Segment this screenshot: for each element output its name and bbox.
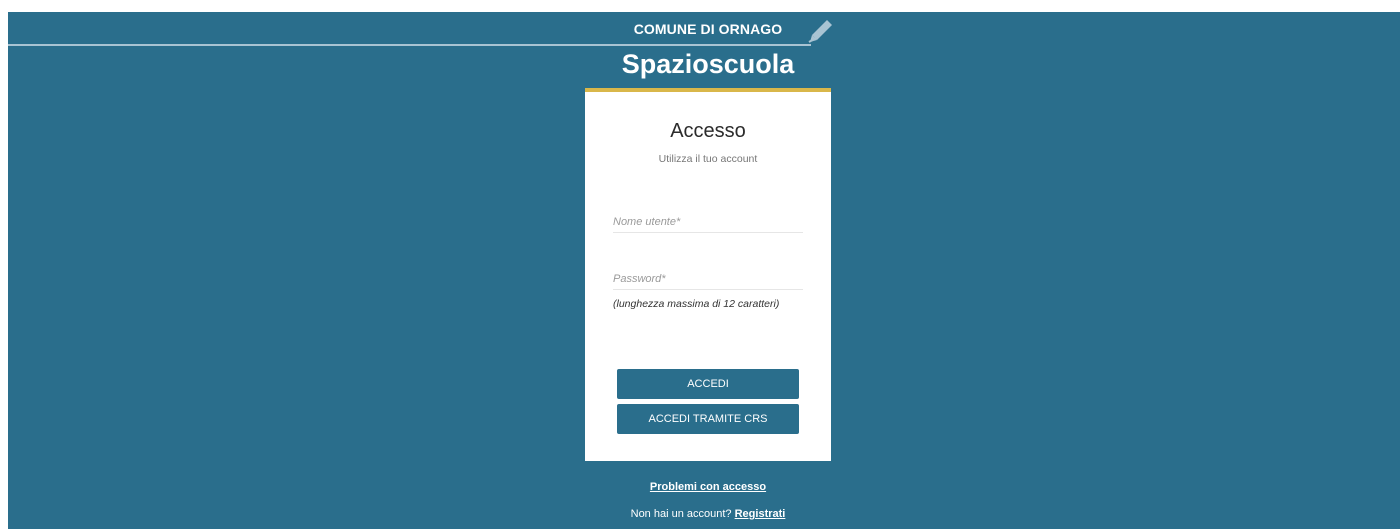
password-hint: (lunghezza massima di 12 caratteri) [613,298,780,310]
register-link[interactable]: Registrati [735,508,786,520]
crs-login-button[interactable]: ACCEDI TRAMITE CRS [617,404,799,434]
username-field[interactable] [613,211,803,233]
login-problems-link[interactable]: Problemi con accesso [585,481,831,493]
header-divider [8,44,811,46]
no-account-text: Non hai un account? [630,508,732,520]
register-prompt: Non hai un account? Registrati [585,508,831,520]
login-card: Accesso Utilizza il tuo account (lunghez… [585,88,831,461]
commune-name: COMUNE DI ORNAGO [633,21,783,37]
pencil-icon[interactable] [808,18,834,44]
password-field[interactable] [613,268,803,290]
login-subtitle: Utilizza il tuo account [658,153,758,165]
login-title: Accesso [670,120,746,142]
app-title: Spazioscuola [621,49,795,79]
page-background: COMUNE DI ORNAGO Spazioscuola Accesso Ut… [8,12,1400,529]
login-button[interactable]: ACCEDI [617,369,799,399]
